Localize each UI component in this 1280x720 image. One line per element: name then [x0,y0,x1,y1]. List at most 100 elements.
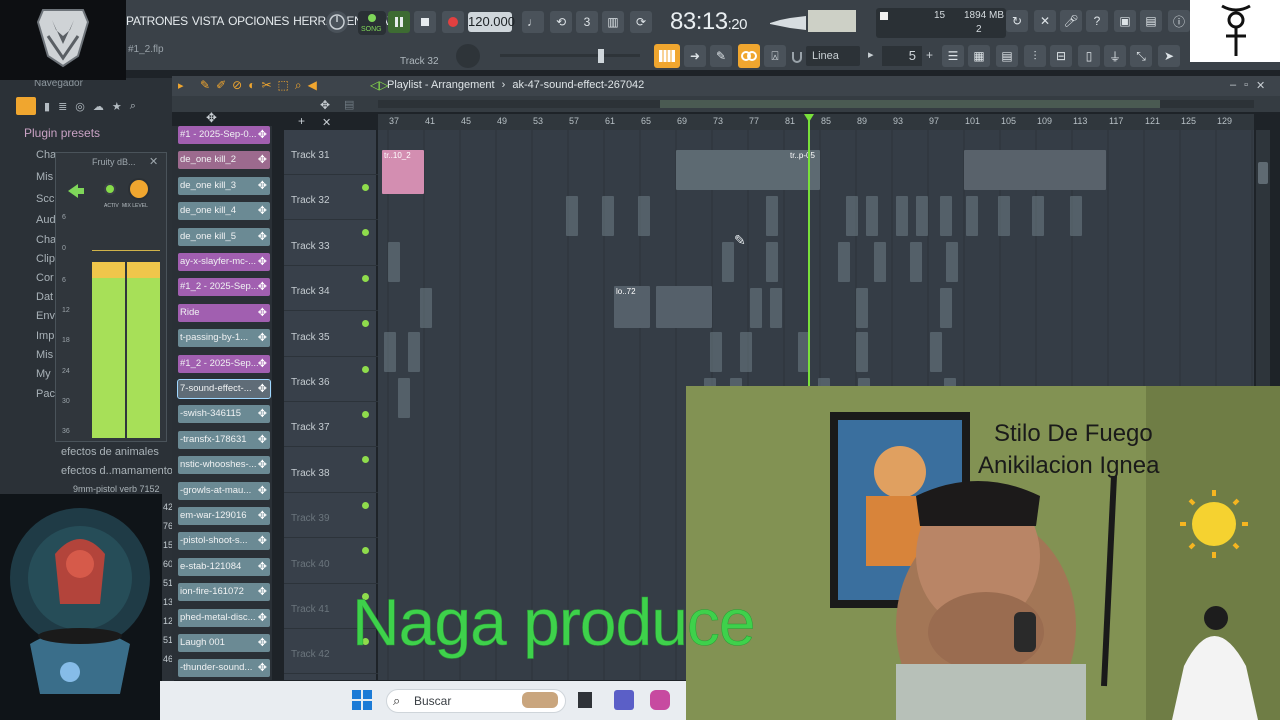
task-view-icon[interactable] [578,692,592,708]
picker-clip-item[interactable]: ion-fire-161072 ✥ [178,583,270,602]
audio-clip[interactable] [856,332,868,372]
picker-clip-item[interactable]: #1_2 - 2025-Sep... ✥ [178,354,270,373]
mixer-button[interactable]: ☰ [942,45,964,67]
plugin-button[interactable]: ⏚ [1104,45,1126,67]
snap-dropdown[interactable]: Linea [806,46,860,66]
playhead[interactable] [808,116,810,388]
piano-roll-button[interactable] [654,44,680,68]
audio-clip[interactable] [722,242,734,282]
scrollbar-thumb[interactable] [660,100,1160,108]
active-led[interactable] [104,183,116,195]
tempo-knob[interactable] [326,11,348,33]
star-icon[interactable]: ★ [112,100,122,113]
audio-clip[interactable] [1032,196,1044,236]
stop-button[interactable] [414,11,436,33]
drag-handle-icon[interactable]: ✥ [258,482,267,500]
audio-clip[interactable] [910,242,922,282]
copilot-icon[interactable] [650,690,670,710]
move-icon[interactable]: ✥ [320,98,330,112]
wait-input-button[interactable]: ⟲ [550,11,572,33]
stamp-tool-button[interactable]: ⍓ [764,45,786,67]
windows-start-icon[interactable] [352,690,372,710]
metronome-button[interactable]: ♩ [522,11,544,33]
tree-item[interactable]: Cha [36,234,56,246]
audio-clip[interactable] [602,196,614,236]
teams-icon[interactable] [614,690,634,710]
search-icon[interactable]: ⌕ [130,100,136,113]
lock-icon[interactable]: ▤ [344,98,354,111]
menu-options[interactable]: OPCIONES [228,14,289,28]
drag-handle-icon[interactable]: ✥ [258,380,267,398]
step-edit-button[interactable]: ▥ [602,11,624,33]
track-name[interactable]: Track 41 [291,604,330,615]
audio-clip[interactable] [856,288,868,328]
cursor-button[interactable]: ⤡ [1130,45,1152,67]
delete-icon[interactable]: ⊘ [232,78,242,93]
drag-handle-icon[interactable]: ✥ [258,659,267,677]
audio-clip[interactable] [566,196,578,236]
picker-clip-item[interactable]: nstic-whooshes-... ✥ [178,456,270,475]
track-name[interactable]: Track 33 [291,241,330,252]
select-icon[interactable]: ⬚ [278,78,289,93]
channel-rack-button[interactable]: ▦ [968,45,990,67]
slice-icon[interactable]: ✂ [261,78,271,93]
track-name[interactable]: Track 38 [291,468,330,479]
tree-item[interactable]: My [36,368,51,380]
cloud-icon[interactable]: ☁ [93,100,104,113]
plugin-arrow-icon[interactable] [66,182,86,200]
menu-view[interactable]: VISTA [192,14,225,28]
audio-clip[interactable] [656,286,712,328]
picker-clip-item[interactable]: t-passing-by-1... ✥ [178,329,270,348]
audio-clip[interactable] [398,378,410,418]
scrollbar-thumb[interactable] [1258,162,1268,184]
playlist-button[interactable]: ▤ [996,45,1018,67]
panic-button[interactable]: ✕ [1034,10,1056,32]
tree-item[interactable]: Cor [36,272,54,284]
info-button[interactable]: ⓘ [1168,10,1190,32]
mic-button[interactable]: 🎤︎ [1060,10,1082,32]
audio-clip[interactable] [766,242,778,282]
picker-clip-item[interactable]: de_one kill_3 ✥ [178,176,270,195]
audio-clip[interactable] [384,332,396,372]
picker-clip-item[interactable]: de_one kill_5 ✥ [178,227,270,246]
drag-handle-icon[interactable]: ✥ [258,202,267,220]
step-value[interactable]: 5 [882,46,922,66]
maximize-icon[interactable]: ▫ [1244,79,1248,92]
audio-clip[interactable] [770,288,782,328]
audio-clip[interactable] [874,242,886,282]
audio-clip[interactable] [710,332,722,372]
playlist-play-icon[interactable]: ◁▷ [370,78,388,92]
picker-clip-item[interactable]: -transfx-178631 ✥ [178,430,270,449]
drag-handle-icon[interactable]: ✥ [258,304,267,322]
drag-handle-icon[interactable]: ✥ [258,507,267,525]
arrow-button[interactable]: ➜ [684,45,706,67]
tempo-display[interactable]: 120.000 [468,12,515,32]
audio-clip[interactable] [930,332,942,372]
close-icon[interactable]: ✕ [149,155,158,168]
file-button[interactable]: ▯ [1078,45,1100,67]
audio-clip[interactable] [408,332,420,372]
track-mute-led[interactable] [362,411,369,418]
track-mute-led[interactable] [362,501,369,509]
picker-clip-item[interactable]: de_one kill_4 ✥ [178,202,270,221]
master-pitch-slider[interactable] [500,54,640,57]
record-button[interactable] [442,11,464,33]
audio-clip[interactable] [940,288,952,328]
audio-clip[interactable] [896,196,908,236]
drag-handle-icon[interactable]: ✥ [258,583,267,601]
track-mute-led[interactable] [362,365,369,373]
drag-handle-icon[interactable]: ✥ [258,228,267,246]
drag-handle-icon[interactable]: ✥ [258,456,267,474]
pencil-icon[interactable]: ✎ [200,78,210,93]
globe-icon[interactable]: ◎ [75,100,85,113]
drag-handle-icon[interactable]: ✥ [258,177,267,195]
audio-clip[interactable] [838,242,850,282]
close-icon[interactable]: ✕ [1256,79,1265,92]
tree-subitem[interactable]: 9mm-pistol verb 7152 [73,484,160,494]
tree-item[interactable]: Aud [36,214,56,226]
track-name[interactable]: Track 35 [291,332,330,343]
drag-handle-icon[interactable]: ✥ [258,329,267,347]
plugin-presets-folder[interactable]: Plugin presets [24,126,100,140]
tree-item[interactable]: Imp [36,330,54,342]
picker-clip-item[interactable]: Laugh 001 ✥ [178,634,270,652]
